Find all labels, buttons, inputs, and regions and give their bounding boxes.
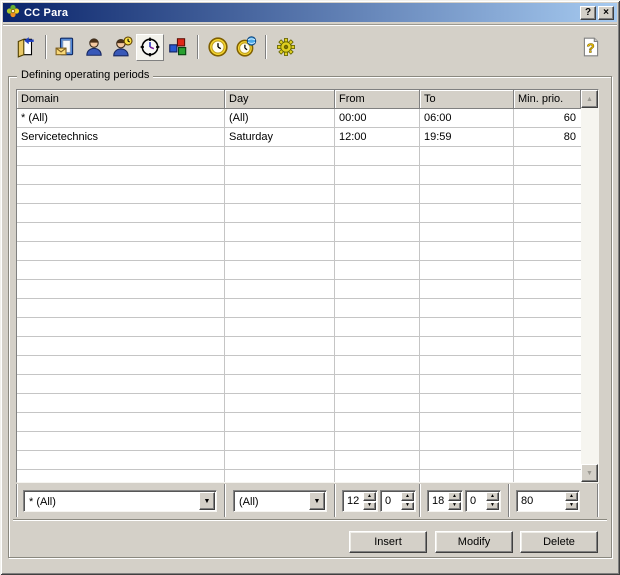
delete-button[interactable]: Delete (520, 531, 598, 553)
cell-from: 00:00 (335, 109, 420, 128)
day-combobox[interactable]: (All) ▼ (233, 490, 327, 512)
cell-from: 12:00 (335, 128, 420, 147)
help-titlebar-button[interactable]: ? (580, 6, 596, 20)
insert-button[interactable]: Insert (349, 531, 427, 553)
exit-icon (15, 36, 37, 58)
toolbar-separator (197, 35, 199, 59)
cc-para-window: CC Para ? × (0, 0, 620, 575)
agent-with-clock-icon (111, 36, 133, 58)
cell-day: Saturday (225, 128, 335, 147)
help-icon: ? (580, 36, 602, 58)
chevron-down-icon[interactable]: ▼ (199, 492, 215, 510)
cell-to: 06:00 (420, 109, 514, 128)
column-header-from[interactable]: From (335, 90, 420, 109)
cell-domain: * (All) (17, 109, 225, 128)
scroll-down-icon[interactable]: ▼ (581, 464, 598, 482)
address-book-button[interactable] (52, 34, 80, 61)
address-book-icon (55, 36, 77, 58)
toolbar-separator (265, 35, 267, 59)
world-clock-icon (235, 36, 257, 58)
blocks-button[interactable] (164, 34, 192, 61)
scrollbar-track[interactable] (581, 108, 598, 464)
column-header-to[interactable]: To (420, 90, 514, 109)
footer-divider (16, 484, 18, 517)
modify-button[interactable]: Modify (435, 531, 513, 553)
cell-domain: Servicetechnics (17, 128, 225, 147)
buttons-divider (13, 519, 607, 521)
table-row[interactable]: Servicetechnics Saturday 12:00 19:59 80 (17, 128, 581, 147)
from-hour-spinner[interactable]: 12 ▲ ▼ (342, 490, 378, 512)
cell-min-prio: 80 (514, 128, 581, 147)
from-minute-spinner[interactable]: 0 ▲ ▼ (380, 490, 416, 512)
to-hour-value: 18 (428, 491, 448, 511)
footer-divider (597, 484, 599, 517)
spin-down-icon[interactable]: ▼ (401, 502, 414, 511)
svg-text:?: ? (587, 41, 595, 56)
spin-up-icon[interactable]: ▲ (448, 492, 461, 501)
toolbar-separator (45, 35, 47, 59)
to-minute-value: 0 (466, 491, 486, 511)
column-divider (334, 109, 335, 482)
toolbar: ? (3, 26, 617, 68)
window-title: CC Para (24, 7, 68, 19)
operating-periods-clock-icon (139, 36, 161, 58)
edit-controls-panel: * (All) ▼ (All) ▼ 12 ▲ ▼ 0 ▲ ▼ (16, 483, 599, 519)
settings-gear-icon (276, 37, 296, 57)
domain-combobox-value: * (All) (24, 495, 199, 508)
table-body: * (All) (All) 00:00 06:00 60 Servicetech… (17, 109, 581, 482)
operating-periods-button[interactable] (136, 34, 164, 61)
groupbox-title: Defining operating periods (17, 69, 153, 81)
app-gear-icon (6, 4, 20, 21)
table-row[interactable]: * (All) (All) 00:00 06:00 60 (17, 109, 581, 128)
scroll-up-icon[interactable]: ▲ (581, 90, 598, 108)
clock-button[interactable] (204, 34, 232, 61)
spin-down-icon[interactable]: ▼ (363, 502, 376, 511)
min-prio-value: 80 (517, 491, 565, 511)
to-hour-spinner[interactable]: 18 ▲ ▼ (427, 490, 463, 512)
exit-button[interactable] (12, 34, 40, 61)
footer-divider (508, 484, 510, 517)
vertical-scrollbar[interactable]: ▲ ▼ (581, 90, 598, 482)
close-button[interactable]: × (598, 6, 614, 20)
column-header-domain[interactable]: Domain (17, 90, 225, 109)
help-button[interactable]: ? (577, 34, 605, 61)
day-combobox-value: (All) (234, 495, 309, 508)
column-divider (419, 109, 420, 482)
cell-day: (All) (225, 109, 335, 128)
footer-divider (224, 484, 226, 517)
min-prio-spinner[interactable]: 80 ▲ ▼ (516, 490, 580, 512)
clock-icon (207, 36, 229, 58)
cell-to: 19:59 (420, 128, 514, 147)
cell-min-prio: 60 (514, 109, 581, 128)
operating-periods-table: Domain Day From To Min. prio. * (All) (A… (16, 89, 599, 483)
operating-periods-groupbox: Defining operating periods Domain Day Fr… (8, 76, 612, 558)
agent-schedule-button[interactable] (108, 34, 136, 61)
from-hour-value: 12 (343, 491, 363, 511)
column-divider (224, 109, 225, 482)
to-minute-spinner[interactable]: 0 ▲ ▼ (465, 490, 501, 512)
spin-up-icon[interactable]: ▲ (486, 492, 499, 501)
column-divider (513, 109, 514, 482)
domain-combobox[interactable]: * (All) ▼ (23, 490, 217, 512)
footer-divider (419, 484, 421, 517)
spin-down-icon[interactable]: ▼ (486, 502, 499, 511)
colored-blocks-icon (167, 36, 189, 58)
settings-button[interactable] (272, 34, 300, 61)
agent-icon (83, 36, 105, 58)
footer-divider (334, 484, 336, 517)
spin-up-icon[interactable]: ▲ (401, 492, 414, 501)
spin-down-icon[interactable]: ▼ (565, 502, 578, 511)
spin-up-icon[interactable]: ▲ (565, 492, 578, 501)
chevron-down-icon[interactable]: ▼ (309, 492, 325, 510)
from-minute-value: 0 (381, 491, 401, 511)
world-clock-button[interactable] (232, 34, 260, 61)
column-header-min-prio[interactable]: Min. prio. (514, 90, 581, 109)
column-header-day[interactable]: Day (225, 90, 335, 109)
spin-down-icon[interactable]: ▼ (448, 502, 461, 511)
agent-button[interactable] (80, 34, 108, 61)
spin-up-icon[interactable]: ▲ (363, 492, 376, 501)
titlebar[interactable]: CC Para ? × (3, 3, 617, 22)
table-header-row: Domain Day From To Min. prio. (17, 90, 581, 109)
